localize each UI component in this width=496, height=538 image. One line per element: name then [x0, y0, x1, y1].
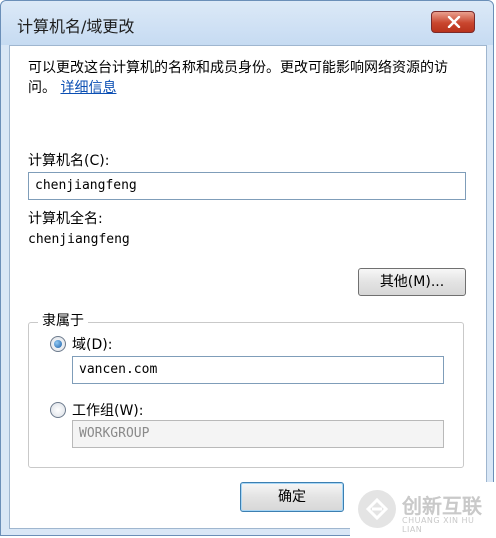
- dialog-body: 可以更改这台计算机的名称和成员身份。更改可能影响网络资源的访问。 详细信息 计算…: [9, 45, 487, 529]
- domain-input[interactable]: vancen.com: [72, 356, 444, 384]
- workgroup-radio[interactable]: [50, 402, 66, 418]
- watermark-logo: 创新互联 CHUANG XIN HU LIAN: [350, 482, 496, 538]
- ok-button[interactable]: 确定: [240, 482, 344, 512]
- window-title: 计算机名/域更改: [17, 17, 135, 36]
- full-name-label: 计算机全名:: [28, 211, 103, 227]
- member-of-caption: 隶属于: [38, 310, 88, 330]
- watermark-main-text: 创新互联: [402, 494, 482, 518]
- workgroup-value: WORKGROUP: [79, 426, 150, 441]
- domain-radio[interactable]: [50, 336, 66, 352]
- workgroup-label: 工作组(W):: [72, 403, 144, 419]
- computer-name-label: 计算机名(C):: [28, 153, 110, 169]
- watermark-sub-text: CHUANG XIN HU LIAN: [402, 516, 475, 534]
- title-bar[interactable]: 计算机名/域更改: [1, 1, 493, 45]
- close-icon: [447, 16, 461, 28]
- intro-text: 可以更改这台计算机的名称和成员身份。更改可能影响网络资源的访问。 详细信息: [28, 58, 468, 98]
- details-link[interactable]: 详细信息: [60, 80, 116, 96]
- full-name-value: chenjiangfeng: [28, 232, 130, 247]
- domain-label: 域(D):: [72, 337, 113, 353]
- more-button-label: 其他(M)...: [379, 274, 445, 290]
- close-button[interactable]: [431, 11, 475, 33]
- ok-button-label: 确定: [278, 489, 306, 505]
- logo-icon: [358, 490, 396, 528]
- more-button[interactable]: 其他(M)...: [358, 268, 466, 296]
- computer-name-input[interactable]: chenjiangfeng: [28, 172, 466, 200]
- domain-value: vancen.com: [79, 362, 158, 377]
- dialog-window: 计算机名/域更改 可以更改这台计算机的名称和成员身份。更改可能影响网络资源的访问…: [0, 0, 494, 536]
- computer-name-value: chenjiangfeng: [35, 178, 137, 193]
- workgroup-input[interactable]: WORKGROUP: [72, 420, 444, 448]
